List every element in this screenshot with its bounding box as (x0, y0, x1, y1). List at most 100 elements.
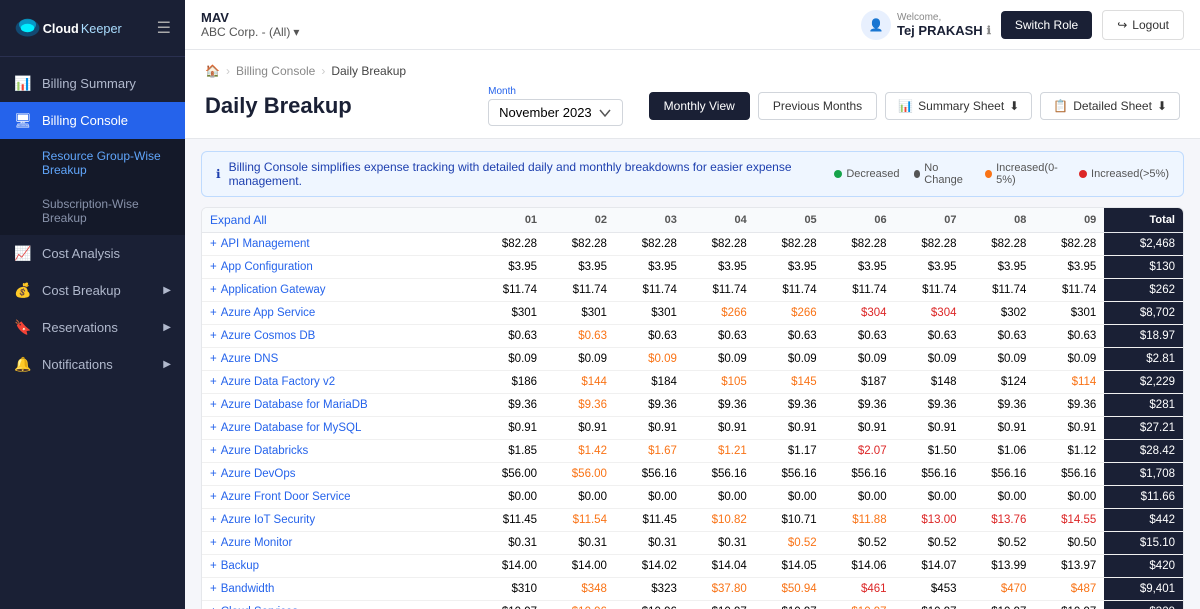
legend-decreased: Decreased (834, 168, 899, 180)
row-val-7: $82.28 (895, 233, 965, 256)
row-name[interactable]: Backup (221, 560, 259, 572)
detailed-sheet-button[interactable]: 📋 Detailed Sheet ⬇ (1040, 92, 1180, 120)
row-val-3: $0.31 (615, 532, 685, 555)
row-name[interactable]: Azure Database for MySQL (221, 422, 362, 434)
row-val-6: $10.97 (825, 601, 895, 609)
billing-console-icon: 🖥 (14, 112, 32, 129)
row-total: $11.66 (1104, 486, 1183, 509)
row-val-4: $37.80 (685, 578, 755, 601)
col-09: 09 (1034, 208, 1104, 233)
info-message: Billing Console simplifies expense track… (229, 160, 827, 188)
subscription-label: Subscription-Wise Breakup (42, 197, 171, 225)
row-val-1: $186 (475, 371, 545, 394)
plus-icon[interactable]: + (210, 399, 217, 411)
page-content: 🏠 › Billing Console › Daily Breakup Dail… (185, 50, 1200, 609)
plus-icon[interactable]: + (210, 445, 217, 457)
col-02: 02 (545, 208, 615, 233)
row-name[interactable]: App Configuration (221, 261, 313, 273)
monthly-view-button[interactable]: Monthly View (649, 92, 750, 120)
plus-icon[interactable]: + (210, 376, 217, 388)
row-name[interactable]: Azure Front Door Service (221, 491, 351, 503)
row-name[interactable]: API Management (221, 238, 310, 250)
row-name[interactable]: Bandwidth (221, 583, 275, 595)
row-val-9: $14.55 (1034, 509, 1104, 532)
row-name[interactable]: Application Gateway (221, 284, 326, 296)
row-val-9: $0.09 (1034, 348, 1104, 371)
sidebar-item-label: Billing Console (42, 113, 128, 128)
page-header: 🏠 › Billing Console › Daily Breakup Dail… (185, 50, 1200, 139)
user-name: Tej PRAKASH ℹ (897, 23, 991, 38)
plus-icon[interactable]: + (210, 353, 217, 365)
sidebar-item-notifications[interactable]: 🔔 Notifications ▶ (0, 346, 185, 383)
plus-icon[interactable]: + (210, 514, 217, 526)
row-name[interactable]: Azure Data Factory v2 (221, 376, 335, 388)
logout-button[interactable]: ↪ Logout (1102, 10, 1184, 40)
row-val-3: $9.36 (615, 394, 685, 417)
row-val-9: $1.12 (1034, 440, 1104, 463)
topbar-right: 👤 Welcome, Tej PRAKASH ℹ Switch Role ↪ L… (861, 10, 1184, 40)
month-dropdown[interactable]: November 2023 (488, 99, 623, 126)
row-name[interactable]: Azure DNS (221, 353, 279, 365)
row-name[interactable]: Azure Cosmos DB (221, 330, 316, 342)
increased-large-dot (1079, 170, 1087, 178)
summary-sheet-button[interactable]: 📊 Summary Sheet ⬇ (885, 92, 1032, 120)
row-val-5: $1.17 (755, 440, 825, 463)
row-val-3: $0.91 (615, 417, 685, 440)
plus-icon[interactable]: + (210, 284, 217, 296)
plus-icon[interactable]: + (210, 422, 217, 434)
sidebar-item-subscription[interactable]: Subscription-Wise Breakup (0, 187, 185, 235)
row-val-3: $184 (615, 371, 685, 394)
expand-all-button[interactable]: Expand All (210, 213, 267, 227)
sidebar-item-billing-console[interactable]: 🖥 Billing Console (0, 102, 185, 139)
row-val-2: $301 (545, 302, 615, 325)
row-name[interactable]: Azure Databricks (221, 445, 309, 457)
sidebar-item-reservations[interactable]: 🔖 Reservations ▶ (0, 309, 185, 346)
row-total: $329 (1104, 601, 1183, 609)
page-title-row: Daily Breakup Month November 2023 Monthl… (205, 86, 1180, 138)
row-total: $281 (1104, 394, 1183, 417)
plus-icon[interactable]: + (210, 307, 217, 319)
plus-icon[interactable]: + (210, 330, 217, 342)
row-val-7: $3.95 (895, 256, 965, 279)
sidebar-item-billing-summary[interactable]: 📊 Billing Summary (0, 65, 185, 102)
menu-icon[interactable]: ☰ (157, 18, 171, 38)
row-name-cell: + Azure Cosmos DB (202, 325, 475, 348)
sidebar-item-cost-breakup[interactable]: 💰 Cost Breakup ▶ (0, 272, 185, 309)
view-buttons: Monthly View Previous Months 📊 Summary S… (649, 92, 1180, 120)
table-row: +Cloud Services$10.97$10.96$10.96$10.97$… (202, 601, 1183, 609)
sidebar-item-label: Reservations (42, 320, 118, 335)
row-total: $27.21 (1104, 417, 1183, 440)
legend-no-change: No Change (914, 162, 972, 186)
row-val-7: $0.91 (895, 417, 965, 440)
row-name-cell: + Azure Database for MySQL (202, 417, 475, 440)
sidebar-item-cost-analysis[interactable]: 📈 Cost Analysis (0, 235, 185, 272)
row-name[interactable]: Azure Database for MariaDB (221, 399, 368, 411)
row-name[interactable]: Azure Monitor (221, 537, 293, 549)
row-val-5: $145 (755, 371, 825, 394)
plus-icon[interactable]: + (210, 583, 217, 595)
switch-role-button[interactable]: Switch Role (1001, 11, 1092, 39)
row-name[interactable]: Azure DevOps (221, 468, 296, 480)
col-04: 04 (685, 208, 755, 233)
plus-icon[interactable]: + (210, 238, 217, 250)
col-01: 01 (475, 208, 545, 233)
row-val-9: $9.36 (1034, 394, 1104, 417)
sidebar-item-resource-group[interactable]: Resource Group-Wise Breakup (0, 139, 185, 187)
row-val-4: $9.36 (685, 394, 755, 417)
row-val-4: $266 (685, 302, 755, 325)
previous-months-button[interactable]: Previous Months (758, 92, 877, 120)
welcome-text: Welcome, (897, 12, 991, 23)
home-icon[interactable]: 🏠 (205, 64, 220, 78)
row-val-3: $1.67 (615, 440, 685, 463)
table-row: +Backup$14.00$14.00$14.02$14.04$14.05$14… (202, 555, 1183, 578)
breadcrumb-billing-console[interactable]: Billing Console (236, 64, 315, 78)
row-name-cell: + Azure Database for MariaDB (202, 394, 475, 417)
plus-icon[interactable]: + (210, 468, 217, 480)
plus-icon[interactable]: + (210, 537, 217, 549)
plus-icon[interactable]: + (210, 491, 217, 503)
row-val-5: $0.63 (755, 325, 825, 348)
plus-icon[interactable]: + (210, 261, 217, 273)
plus-icon[interactable]: + (210, 560, 217, 572)
row-name[interactable]: Azure App Service (221, 307, 316, 319)
row-name[interactable]: Azure IoT Security (221, 514, 315, 526)
